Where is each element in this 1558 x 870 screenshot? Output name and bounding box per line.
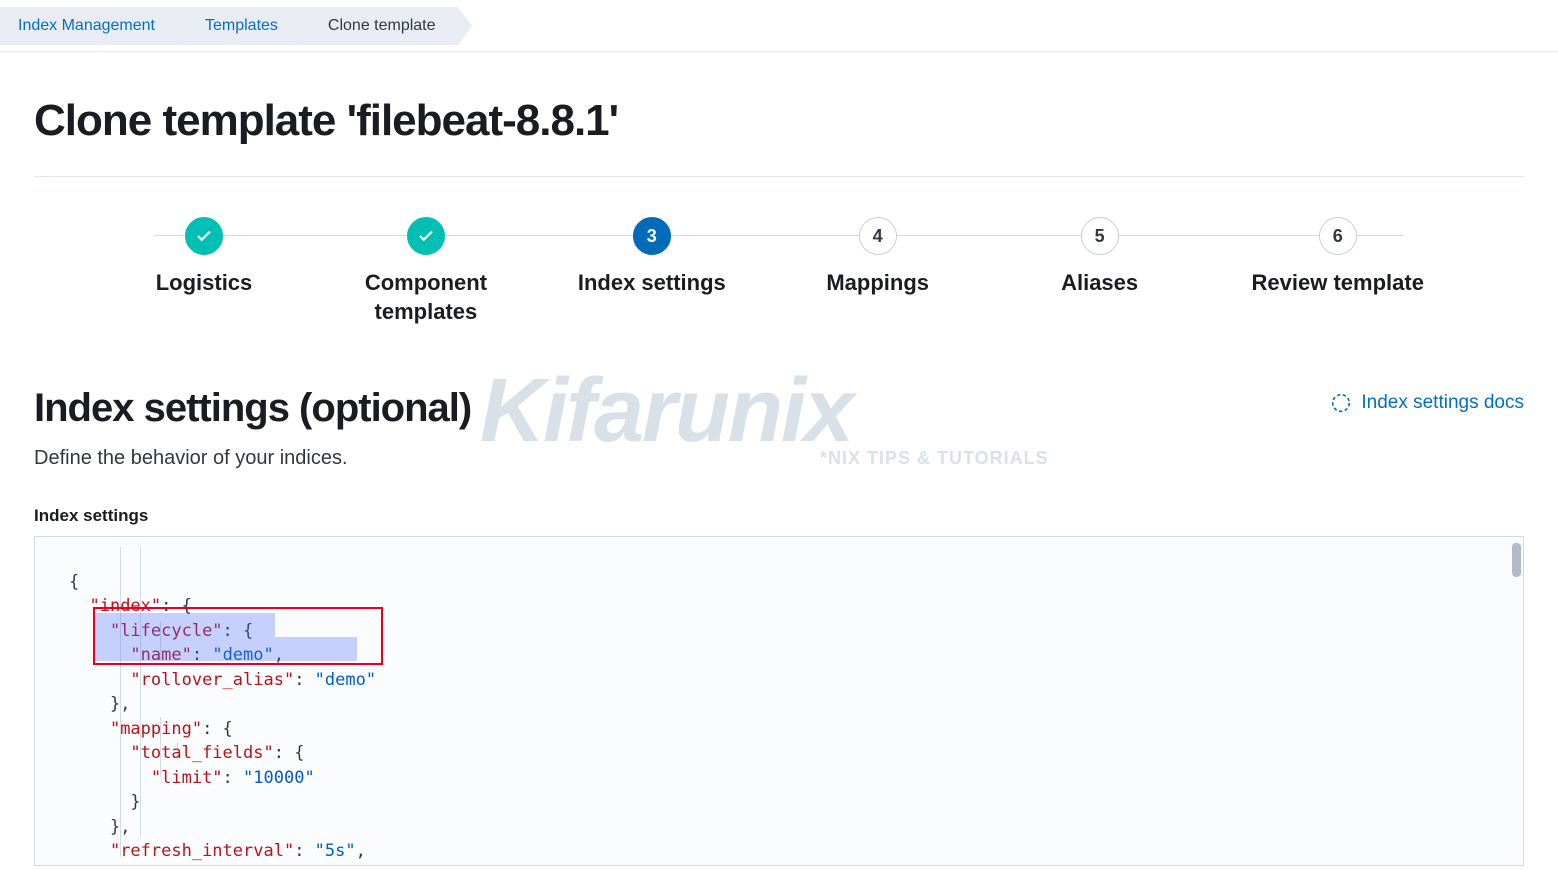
step-label: Index settings — [578, 269, 726, 298]
breadcrumb: Index Management Templates Clone templat… — [0, 0, 1558, 52]
step-label: Component templates — [365, 269, 487, 326]
index-settings-docs-link[interactable]: Index settings docs — [1331, 392, 1524, 414]
docs-link-label: Index settings docs — [1361, 392, 1524, 414]
wizard-stepper: Logistics Component templates 3 Index se… — [134, 217, 1424, 326]
step-mappings[interactable]: 4 Mappings — [808, 217, 948, 298]
section-subtitle: Define the behavior of your indices. — [34, 447, 471, 470]
step-logistics[interactable]: Logistics — [134, 217, 274, 298]
breadcrumb-item-templates[interactable]: Templates — [177, 7, 300, 45]
field-label: Index settings — [34, 506, 1524, 526]
step-circle-active: 3 — [633, 217, 671, 255]
section-title: Index settings (optional) — [34, 386, 471, 431]
index-settings-editor[interactable]: { "index": { "lifecycle": { "name": "dem… — [34, 536, 1524, 866]
step-circle: 6 — [1319, 217, 1357, 255]
step-label: Review template — [1252, 269, 1424, 298]
check-icon — [195, 227, 213, 245]
step-index-settings[interactable]: 3 Index settings — [578, 217, 726, 298]
step-label: Logistics — [156, 269, 253, 298]
breadcrumb-link[interactable]: Templates — [205, 17, 278, 35]
step-label: Aliases — [1061, 269, 1138, 298]
help-icon — [1331, 393, 1351, 413]
step-aliases[interactable]: 5 Aliases — [1030, 217, 1170, 298]
step-circle: 4 — [859, 217, 897, 255]
breadcrumb-link[interactable]: Index Management — [18, 17, 155, 35]
breadcrumb-item-index-management[interactable]: Index Management — [0, 7, 177, 45]
code-editor-content[interactable]: { "index": { "lifecycle": { "name": "dem… — [35, 537, 1523, 866]
step-circle-done — [407, 217, 445, 255]
breadcrumb-label: Clone template — [328, 17, 436, 35]
step-circle-done — [185, 217, 223, 255]
section-header: Index settings (optional) Define the beh… — [34, 386, 1524, 470]
step-circle: 5 — [1081, 217, 1119, 255]
breadcrumb-item-current: Clone template — [300, 7, 458, 45]
divider — [34, 176, 1524, 177]
step-component-templates[interactable]: Component templates — [356, 217, 496, 326]
step-label: Mappings — [826, 269, 929, 298]
page-title: Clone template 'filebeat-8.8.1' — [34, 72, 1524, 176]
step-review[interactable]: 6 Review template — [1252, 217, 1424, 298]
check-icon — [417, 227, 435, 245]
